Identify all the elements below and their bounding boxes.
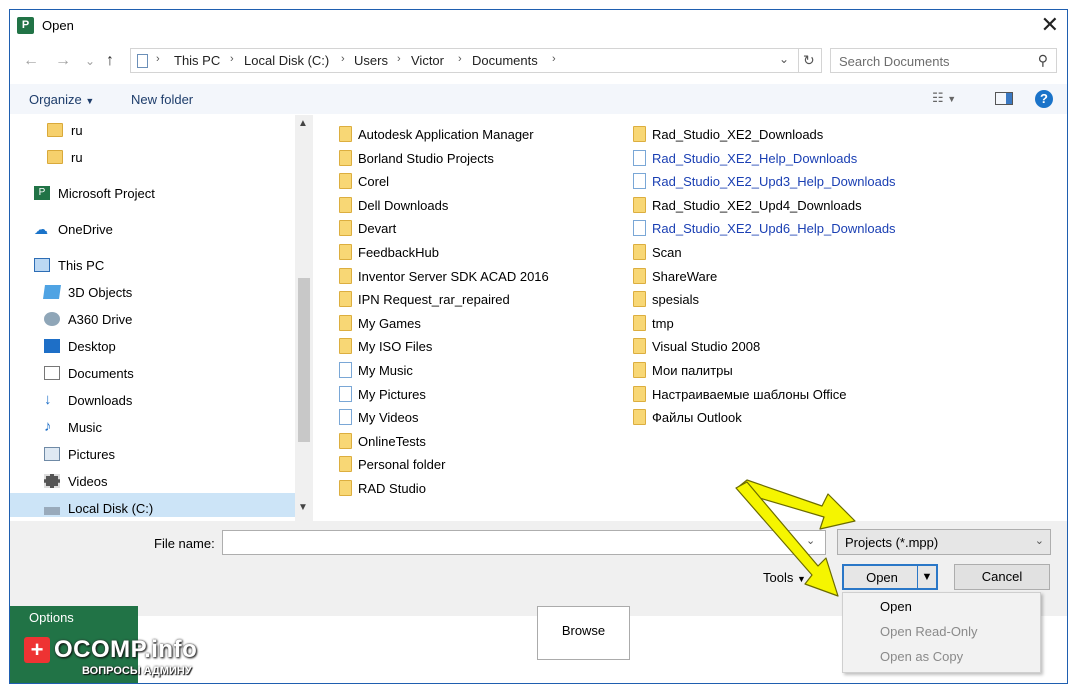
watermark-brand: OCOMP.info	[54, 636, 198, 663]
open-dialog: P Open ✕ ← → ⌄ ↑ › This PC › Local Disk …	[9, 9, 1068, 684]
plus-icon: +	[24, 637, 50, 663]
annotation-arrows	[735, 479, 856, 597]
watermark-logo: + OCOMP.info	[24, 636, 197, 664]
watermark-subtitle: ВОПРОСЫ АДМИНУ	[82, 665, 192, 677]
